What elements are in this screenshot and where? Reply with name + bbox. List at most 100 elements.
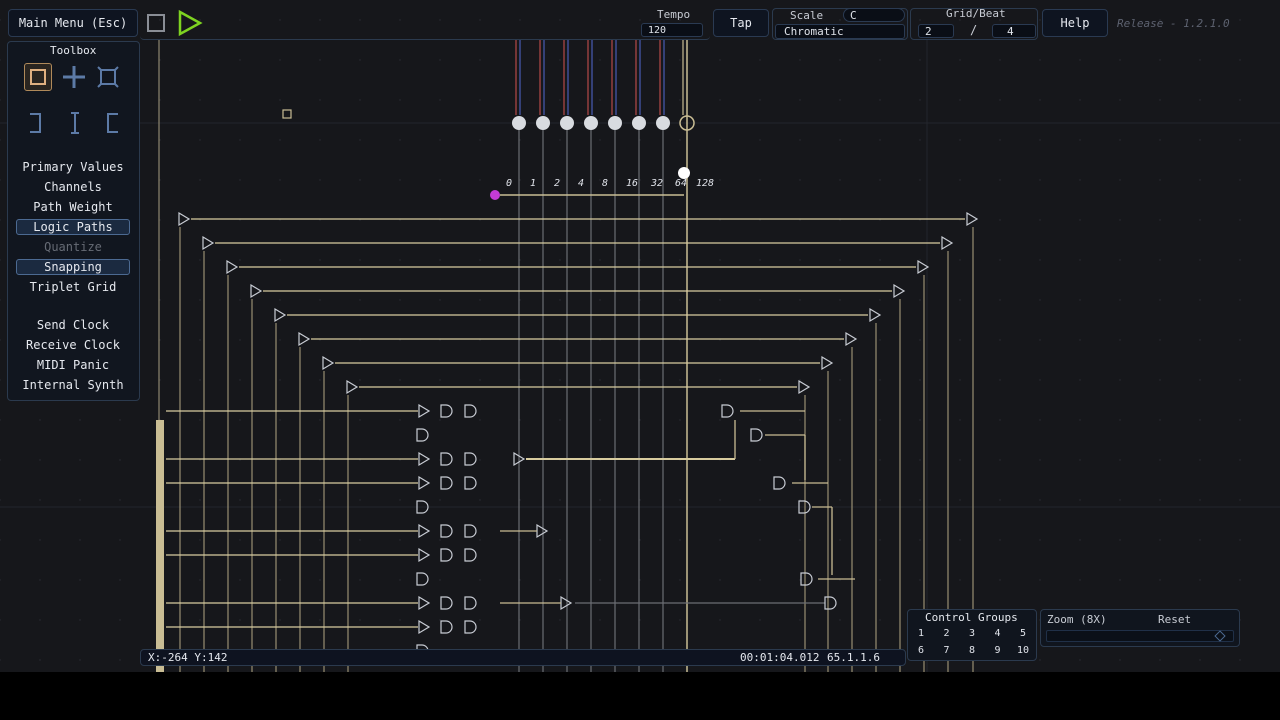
control-group-2[interactable]: 2 — [940, 628, 954, 639]
control-group-1[interactable]: 1 — [914, 628, 928, 639]
zoom-reset-button[interactable]: Reset — [1158, 613, 1191, 626]
grid-dot — [279, 539, 281, 541]
grid-dot — [719, 139, 721, 141]
grid-dot — [479, 579, 481, 581]
grid-dot — [1199, 459, 1201, 461]
grid-dot — [959, 539, 961, 541]
main-menu-button[interactable]: Main Menu (Esc) — [8, 9, 138, 37]
grid-input[interactable]: 2 — [918, 24, 954, 38]
square-select-tool[interactable] — [24, 63, 52, 91]
delay-gate — [274, 307, 287, 323]
tempo-input[interactable]: 120 — [641, 23, 703, 37]
view-toggle-triplet-grid[interactable]: Triplet Grid — [16, 279, 130, 295]
grid-dot — [1199, 59, 1201, 61]
grid-dot — [759, 259, 761, 261]
and-gate — [464, 452, 477, 466]
grid-dot — [1079, 99, 1081, 101]
view-toggle-path-weight[interactable]: Path Weight — [16, 199, 130, 215]
control-group-4[interactable]: 4 — [991, 628, 1005, 639]
grid-dot — [1039, 59, 1041, 61]
grid-dot — [719, 579, 721, 581]
grid-dot — [1159, 139, 1161, 141]
grid-dot — [279, 139, 281, 141]
tap-button[interactable]: Tap — [713, 9, 769, 37]
grid-dot — [279, 419, 281, 421]
grid-dot — [919, 419, 921, 421]
clock-option-send-clock[interactable]: Send Clock — [16, 317, 130, 333]
grid-dot — [599, 539, 601, 541]
zoom-slider-track[interactable] — [1046, 630, 1234, 642]
grid-dot — [319, 579, 321, 581]
grid-dot — [799, 99, 801, 101]
control-group-3[interactable]: 3 — [965, 628, 979, 639]
grid-dot — [1119, 579, 1121, 581]
grid-dot — [759, 139, 761, 141]
control-group-6[interactable]: 6 — [914, 645, 928, 656]
grid-dot — [1159, 579, 1161, 581]
and-gate — [464, 548, 477, 562]
grid-dot — [319, 619, 321, 621]
zoom-slider-handle[interactable] — [1214, 630, 1226, 642]
control-group-8[interactable]: 8 — [965, 645, 979, 656]
grid-dot — [1239, 539, 1241, 541]
grid-dot — [1119, 59, 1121, 61]
grid-dot — [0, 179, 1, 181]
grid-dot — [479, 179, 481, 181]
grid-dot — [999, 99, 1001, 101]
grid-dot — [839, 619, 841, 621]
grid-dot — [759, 179, 761, 181]
scale-mode-select[interactable]: Chromatic — [775, 24, 905, 39]
grid-dot — [1079, 379, 1081, 381]
grid-dot — [0, 539, 1, 541]
grid-dot — [1159, 59, 1161, 61]
scale-key-select[interactable]: C — [843, 8, 905, 22]
grid-dot — [359, 259, 361, 261]
release-version: Release - 1.2.1.0 — [1117, 17, 1230, 30]
square-select-icon — [30, 69, 46, 85]
grid-dot — [399, 139, 401, 141]
logic-gate — [560, 595, 573, 611]
control-group-5[interactable]: 5 — [1016, 628, 1030, 639]
control-group-9[interactable]: 9 — [991, 645, 1005, 656]
undo-icon[interactable] — [24, 110, 50, 136]
grid-dot — [119, 659, 121, 661]
view-toggle-quantize[interactable]: Quantize — [16, 239, 130, 255]
grid-dot — [839, 419, 841, 421]
grid-dot — [1039, 259, 1041, 261]
clock-option-internal-synth[interactable]: Internal Synth — [16, 377, 130, 393]
redo-icon[interactable] — [98, 110, 124, 136]
binary-label: 2 — [554, 178, 560, 189]
grid-dot — [799, 179, 801, 181]
rotate-select-icon[interactable] — [94, 63, 122, 91]
view-toggle-logic-paths[interactable]: Logic Paths — [16, 219, 130, 235]
control-group-7[interactable]: 7 — [940, 645, 954, 656]
grid-dot — [1159, 539, 1161, 541]
grid-dot — [1119, 499, 1121, 501]
grid-dot — [719, 259, 721, 261]
view-toggle-channels[interactable]: Channels — [16, 179, 130, 195]
grid-dot — [359, 579, 361, 581]
delay-gate — [966, 211, 979, 227]
cursor-icon[interactable] — [62, 110, 88, 136]
logic-canvas[interactable]: 0 1 2 4 8 16 32 64 128 — [0, 0, 1280, 672]
beat-input[interactable]: 4 — [992, 24, 1036, 38]
clock-option-receive-clock[interactable]: Receive Clock — [16, 337, 130, 353]
grid-dot — [39, 539, 41, 541]
delay-gate — [798, 379, 811, 395]
grid-dot — [1119, 339, 1121, 341]
control-group-10[interactable]: 10 — [1016, 645, 1030, 656]
marker-node — [282, 109, 292, 119]
grid-dot — [199, 299, 201, 301]
view-toggle-primary-values[interactable]: Primary Values — [16, 159, 130, 175]
grid-dot — [1079, 539, 1081, 541]
binary-label: 64 — [675, 178, 687, 189]
grid-dot — [279, 59, 281, 61]
view-toggle-snapping[interactable]: Snapping — [16, 259, 130, 275]
and-gate — [440, 452, 453, 466]
grid-dot — [559, 259, 561, 261]
clock-option-midi-panic[interactable]: MIDI Panic — [16, 357, 130, 373]
help-button[interactable]: Help — [1042, 9, 1108, 37]
grid-dot — [679, 299, 681, 301]
crosshair-icon[interactable] — [60, 63, 88, 91]
grid-dot — [1079, 339, 1081, 341]
